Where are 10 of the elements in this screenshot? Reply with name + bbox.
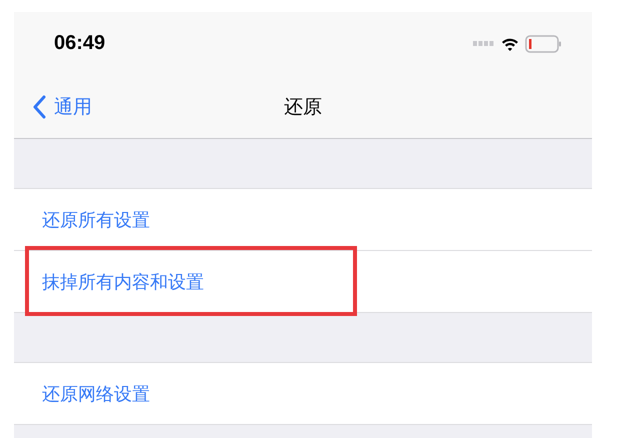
settings-item[interactable]: 还原所有设置 bbox=[42, 208, 150, 232]
settings-item[interactable]: 抹掉所有内容和设置 bbox=[42, 270, 204, 294]
signal-icon bbox=[473, 40, 495, 46]
back-button[interactable]: 通用 bbox=[32, 94, 92, 120]
chevron-left-icon bbox=[32, 94, 46, 118]
battery-icon bbox=[525, 34, 562, 52]
page-title: 还原 bbox=[284, 94, 322, 120]
wifi-icon bbox=[501, 36, 519, 50]
status-time: 06:49 bbox=[54, 32, 106, 55]
settings-item[interactable]: 还原网络设置 bbox=[42, 382, 150, 406]
